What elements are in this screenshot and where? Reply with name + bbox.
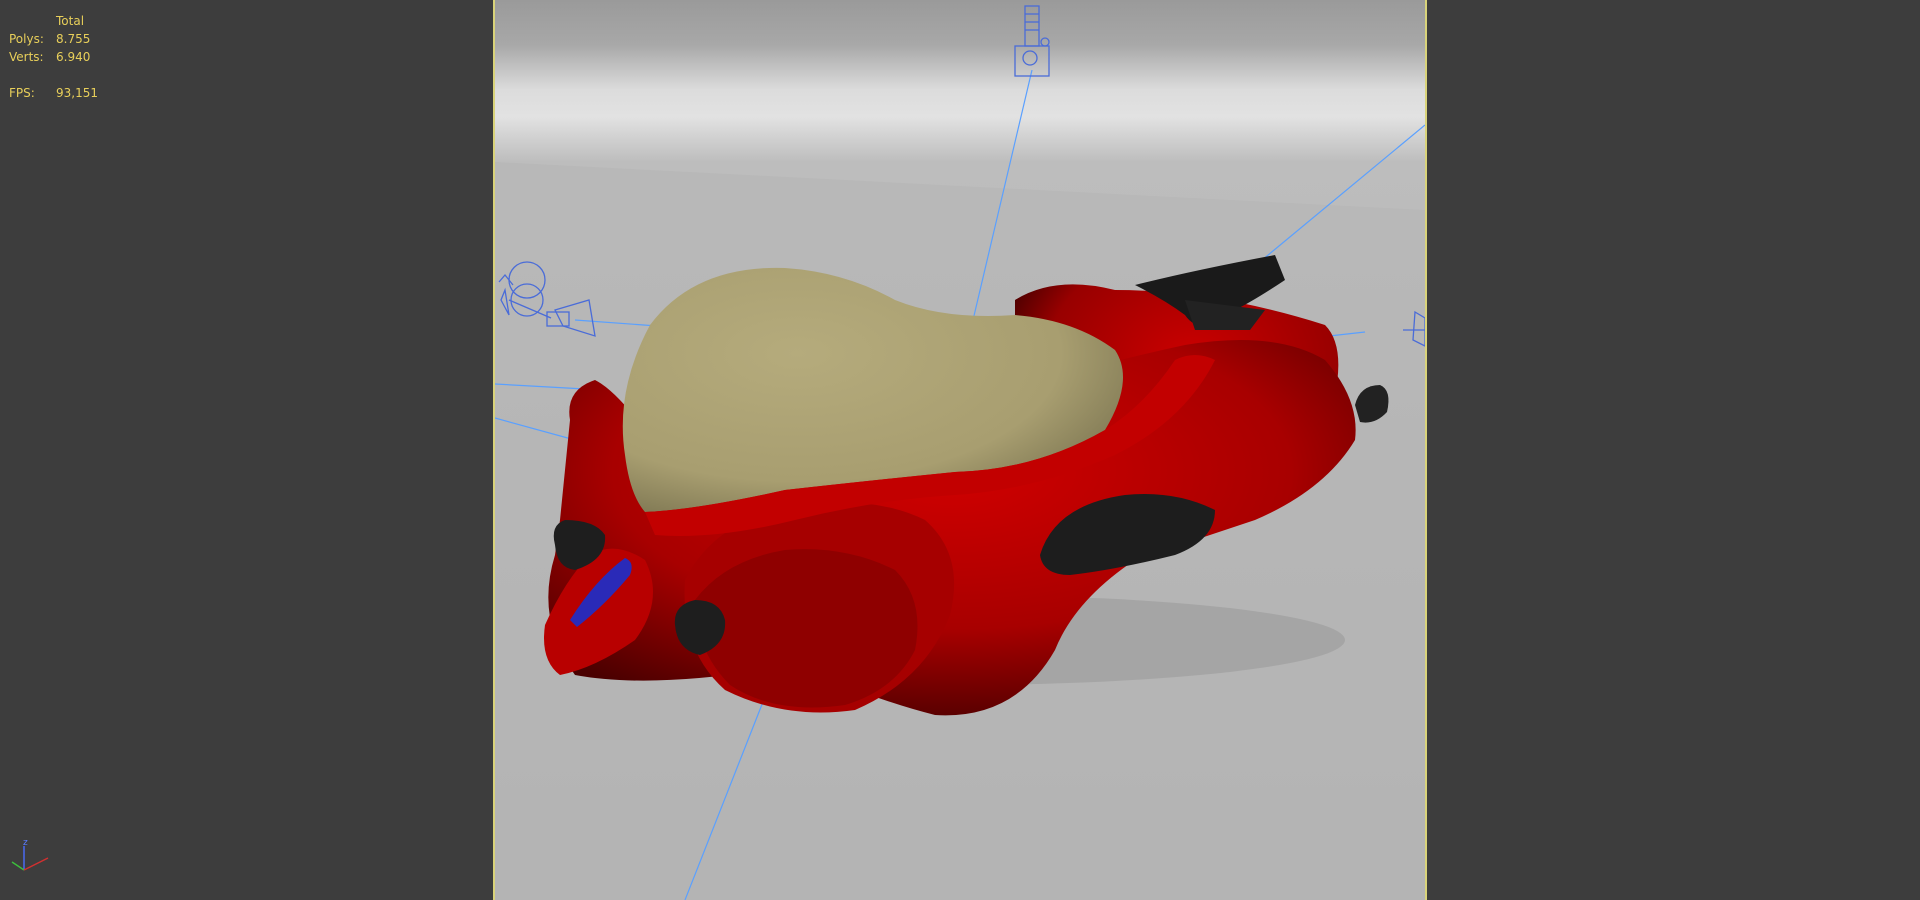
viewport-stats: Total Polys: 8.755 Verts: 6.940 FPS: 93,…	[9, 12, 98, 102]
stats-polys-row: Polys: 8.755	[9, 30, 98, 48]
stats-verts-row: Verts: 6.940	[9, 48, 98, 66]
fps-value: 93,151	[56, 86, 98, 100]
verts-value: 6.940	[56, 50, 91, 64]
stats-header: Total	[56, 14, 85, 28]
perspective-viewport[interactable]	[493, 0, 1427, 900]
verts-label: Verts:	[9, 50, 44, 64]
viewport-scene[interactable]	[495, 0, 1425, 900]
x-axis-icon	[23, 857, 49, 871]
fps-label: FPS:	[9, 86, 35, 100]
y-axis-icon	[11, 861, 25, 871]
polys-value: 8.755	[56, 32, 91, 46]
stats-fps-row: FPS: 93,151	[9, 84, 98, 102]
stats-header-row: Total	[9, 12, 98, 30]
z-axis-label: z	[23, 838, 28, 848]
axis-gizmo: z	[11, 838, 49, 871]
polys-label: Polys:	[9, 32, 44, 46]
